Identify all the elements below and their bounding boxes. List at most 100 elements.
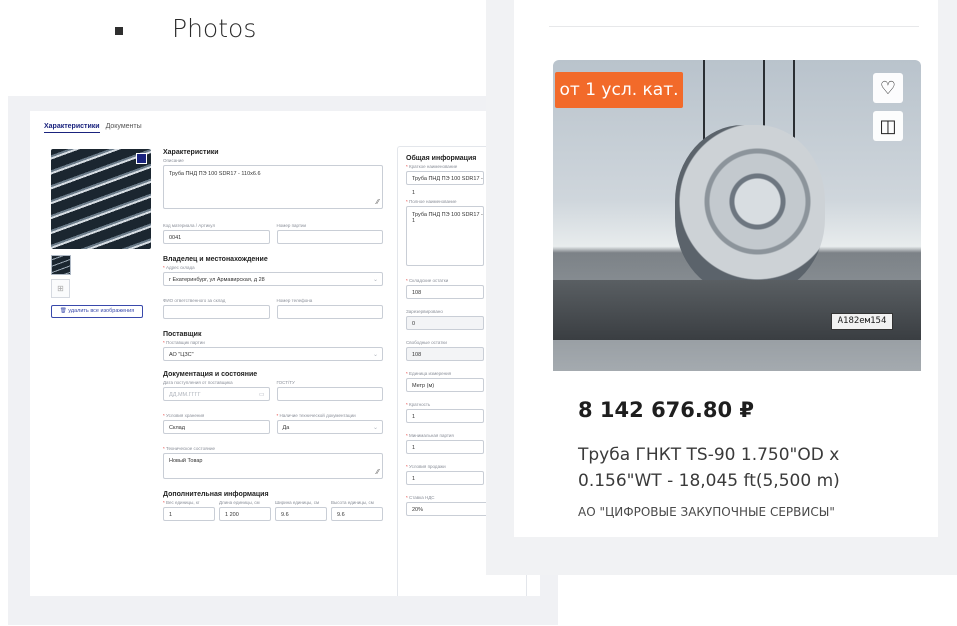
phone-label: Номер телефона xyxy=(276,298,313,303)
tech-state-value: Новый Товар xyxy=(169,458,203,464)
warehouse-address-value: г Екатеринбург, ул Армавирская, д 28 xyxy=(169,277,265,283)
dimensions-row: * Вес единицы, кг 1 Длина единицы, см 1 … xyxy=(163,500,383,521)
product-form-panel: Характеристики Документы ⊞ 🗑 удалить все… xyxy=(30,111,540,596)
reserved-value: 0 xyxy=(412,321,416,327)
seller-name[interactable]: АО "ЦИФРОВЫЕ ЗАКУПОЧНЫЕ СЕРВИСЫ" xyxy=(578,505,835,519)
calendar-icon[interactable]: ▭ xyxy=(259,388,265,402)
warehouse-address-label-text: Адрес склада xyxy=(166,265,195,270)
receipt-date-input[interactable]: ДД.ММ.ГГГГ ▭ xyxy=(163,387,270,401)
heart-icon[interactable]: ♡ xyxy=(873,73,903,103)
height-value: 9.6 xyxy=(337,512,345,518)
multiplicity-value: 1 xyxy=(412,414,416,420)
unit-select[interactable]: Метр (м) xyxy=(406,378,484,392)
tech-state-label: * Техническое состояние xyxy=(163,446,383,451)
supplier-value: АО "ЦЗС" xyxy=(169,352,194,358)
pipes-image xyxy=(51,149,151,249)
tech-docs-value: Да xyxy=(282,425,290,431)
tab-characteristics[interactable]: Характеристики xyxy=(44,123,100,133)
vat-label-text: Ставка НДС xyxy=(409,495,435,500)
full-name-label-text: Полное наименование xyxy=(409,199,457,204)
photos-heading: Photos xyxy=(172,14,257,43)
image-thumbnail[interactable] xyxy=(51,255,71,275)
image-select-checkbox[interactable] xyxy=(136,153,147,164)
tech-docs-select[interactable]: Да ⌄ xyxy=(276,420,383,434)
width-input[interactable]: 9.6 xyxy=(275,507,327,521)
license-plate: А182ем154 xyxy=(831,313,893,330)
warehouse-address-label: * Адрес склада xyxy=(163,265,383,270)
compare-icon[interactable]: ◫ xyxy=(873,111,903,141)
free-input: 108 xyxy=(406,347,484,361)
short-name-value: Труба ПНД ПЭ 100 SDR17 - 1 xyxy=(412,176,483,196)
description-label: Описание xyxy=(163,158,184,163)
gost-input[interactable] xyxy=(276,387,383,401)
tech-docs-label: * Наличие технической документации xyxy=(277,413,384,418)
product-title[interactable]: Труба ГНКТ TS-90 1.750"OD x 0.156"WT - 1… xyxy=(578,442,908,494)
form-tabs: Характеристики Документы xyxy=(44,123,142,133)
responsible-input[interactable] xyxy=(163,305,270,319)
characteristics-column: Характеристики Описание Труба ПНД ПЭ 100… xyxy=(163,149,383,521)
min-batch-input[interactable]: 1 xyxy=(406,440,484,454)
short-name-input[interactable]: Труба ПНД ПЭ 100 SDR17 - 1 xyxy=(406,171,484,196)
card-divider xyxy=(549,26,919,27)
sale-terms-input[interactable]: 1 xyxy=(406,471,484,485)
min-batch-value: 1 xyxy=(412,445,416,451)
characteristics-title: Характеристики xyxy=(163,149,219,156)
responsible-group: ФИО ответственного за склад xyxy=(163,298,270,319)
phone-input[interactable] xyxy=(276,305,383,319)
resize-grip-icon[interactable]: ⁄⁄ xyxy=(377,199,379,206)
receipt-row: Дата поступления от поставщика ДД.ММ.ГГГ… xyxy=(163,380,383,401)
chevron-down-icon: ⌄ xyxy=(372,277,378,283)
truck-platform xyxy=(553,280,921,340)
weight-input[interactable]: 1 xyxy=(163,507,215,521)
storage-group: * Условия хранения Склад xyxy=(163,413,270,434)
delete-all-images-button[interactable]: 🗑 удалить все изображения xyxy=(51,305,143,318)
total-input[interactable]: 108 xyxy=(406,285,484,299)
storage-row: * Условия хранения Склад * Наличие техни… xyxy=(163,413,383,434)
weight-label-text: Вес единицы, кг xyxy=(166,500,200,505)
main-product-image[interactable] xyxy=(51,149,151,249)
supplier-select[interactable]: АО "ЦЗС" ⌄ xyxy=(163,347,383,361)
length-input[interactable]: 1 200 xyxy=(219,507,271,521)
category-badge: от 1 усл. кат. xyxy=(555,72,683,108)
supplier-title: Поставщик xyxy=(163,331,202,338)
tech-docs-label-text: Наличие технической документации xyxy=(279,413,356,418)
resize-grip-icon[interactable]: ⁄⁄ xyxy=(377,469,379,476)
width-value: 9.6 xyxy=(281,512,289,518)
warehouse-address-select[interactable]: г Екатеринбург, ул Армавирская, д 28 ⌄ xyxy=(163,272,383,286)
storage-value: Склад xyxy=(169,425,185,431)
receipt-date-label: Дата поступления от поставщика xyxy=(163,380,233,385)
width-label: Ширина единицы, см xyxy=(275,500,320,505)
responsible-label: ФИО ответственного за склад xyxy=(163,298,226,303)
supplier-label-text: Поставщик партии xyxy=(166,340,205,345)
storage-label-text: Условия хранения xyxy=(166,413,205,418)
tech-state-textarea[interactable]: Новый Товар ⁄⁄ xyxy=(163,453,383,479)
sale-terms-value: 1 xyxy=(412,476,416,482)
chevron-down-icon: ⌄ xyxy=(372,352,378,358)
free-value: 108 xyxy=(412,352,422,358)
height-input[interactable]: 9.6 xyxy=(331,507,383,521)
batch-number-label: Номер партии xyxy=(276,223,307,228)
unit-label-text: Единица измерения xyxy=(409,371,452,376)
total-value: 108 xyxy=(412,290,422,296)
storage-label: * Условия хранения xyxy=(163,413,270,418)
full-name-value: Труба ПНД ПЭ 100 SDR17 - 1 xyxy=(412,212,483,224)
material-code-group: Код материала / Артикул 0041 xyxy=(163,223,270,244)
add-image-icon[interactable]: ⊞ xyxy=(51,279,70,298)
batch-number-input[interactable] xyxy=(276,230,383,244)
description-textarea[interactable]: Труба ПНД ПЭ 100 SDR17 - 110х6.6 ⁄⁄ xyxy=(163,165,383,209)
tab-documents[interactable]: Документы xyxy=(106,123,142,133)
reserved-input: 0 xyxy=(406,316,484,330)
responsible-row: ФИО ответственного за склад Номер телефо… xyxy=(163,298,383,319)
multiplicity-input[interactable]: 1 xyxy=(406,409,484,423)
height-label: Высота единицы, см xyxy=(331,500,374,505)
full-name-textarea[interactable]: Труба ПНД ПЭ 100 SDR17 - 1 xyxy=(406,206,484,266)
material-code-input[interactable]: 0041 xyxy=(163,230,270,244)
chevron-down-icon: ⌄ xyxy=(372,425,378,431)
delete-all-images-label: удалить все изображения xyxy=(68,308,135,314)
tech-docs-group: * Наличие технической документации Да ⌄ xyxy=(276,413,384,434)
width-group: Ширина единицы, см 9.6 xyxy=(275,500,327,521)
gost-group: ГОСТ/ТУ xyxy=(276,380,383,401)
storage-input[interactable]: Склад xyxy=(163,420,270,434)
weight-value: 1 xyxy=(169,512,173,518)
docs-title: Документация и состояние xyxy=(163,371,258,378)
